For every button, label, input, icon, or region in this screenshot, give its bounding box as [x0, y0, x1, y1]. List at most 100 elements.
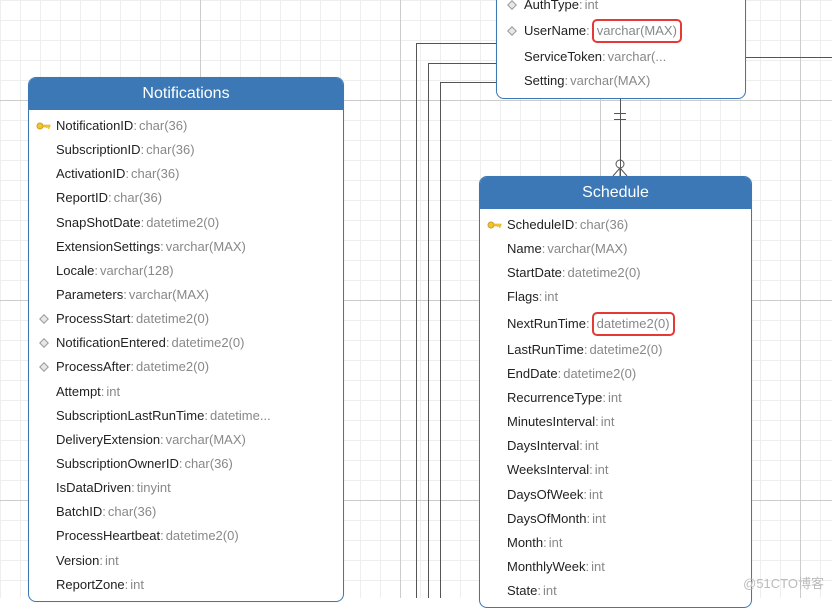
column-row[interactable]: ProcessAfter: datetime2(0): [29, 355, 343, 379]
column-row[interactable]: SubscriptionLastRunTime: datetime...: [29, 404, 343, 428]
entity-top[interactable]: AuthType: intUserName: varchar(MAX)Servi…: [496, 0, 746, 99]
column-name: NotificationID: [56, 116, 133, 136]
column-row[interactable]: SnapShotDate: datetime2(0): [29, 211, 343, 235]
grid-major-v: [400, 0, 401, 598]
column-row[interactable]: DeliveryExtension: varchar(MAX): [29, 428, 343, 452]
column-row[interactable]: LastRunTime: datetime2(0): [480, 338, 751, 362]
column-row[interactable]: ExtensionSettings: varchar(MAX): [29, 235, 343, 259]
blank-icon: [35, 433, 53, 447]
column-name: EndDate: [507, 364, 558, 384]
blank-icon: [35, 167, 53, 181]
column-row[interactable]: State: int: [480, 579, 751, 603]
column-name: NextRunTime: [507, 314, 586, 334]
blank-icon: [35, 143, 53, 157]
column-type: char(36): [131, 164, 179, 184]
blank-icon: [486, 415, 504, 429]
column-type: char(36): [184, 454, 232, 474]
blank-icon: [35, 457, 53, 471]
column-name: DeliveryExtension: [56, 430, 160, 450]
blank-icon: [486, 242, 504, 256]
column-row[interactable]: NotificationEntered: datetime2(0): [29, 331, 343, 355]
column-row[interactable]: Flags: int: [480, 285, 751, 309]
connector: [440, 82, 441, 598]
entity-schedule[interactable]: Schedule ScheduleID: char(36)Name: varch…: [479, 176, 752, 608]
column-type: varchar(MAX): [592, 19, 682, 43]
column-row[interactable]: ActivationID: char(36): [29, 162, 343, 186]
column-row[interactable]: Name: varchar(MAX): [480, 237, 751, 261]
column-type: datetime2(0): [568, 263, 641, 283]
column-row[interactable]: ScheduleID: char(36): [480, 213, 751, 237]
connector: [428, 63, 429, 598]
column-name: State: [507, 581, 537, 601]
column-name: MinutesInterval: [507, 412, 595, 432]
diamond-icon: [503, 24, 521, 38]
column-row[interactable]: Parameters: varchar(MAX): [29, 283, 343, 307]
column-row[interactable]: Locale: varchar(128): [29, 259, 343, 283]
column-type: varchar(MAX): [129, 285, 209, 305]
column-row[interactable]: NotificationID: char(36): [29, 114, 343, 138]
column-type: int: [106, 382, 120, 402]
column-type: varchar(MAX): [166, 237, 246, 257]
column-name: RecurrenceType: [507, 388, 602, 408]
diamond-icon: [503, 0, 521, 12]
connector: [745, 57, 832, 58]
column-type: datetime2(0): [589, 340, 662, 360]
blank-icon: [486, 317, 504, 331]
column-row[interactable]: SubscriptionOwnerID: char(36): [29, 452, 343, 476]
blank-icon: [486, 439, 504, 453]
column-row[interactable]: IsDataDriven: tinyint: [29, 476, 343, 500]
column-type: int: [585, 436, 599, 456]
column-name: ActivationID: [56, 164, 125, 184]
entity-header: Notifications: [29, 78, 343, 110]
blank-icon: [486, 343, 504, 357]
column-row[interactable]: DaysOfMonth: int: [480, 507, 751, 531]
blank-icon: [35, 264, 53, 278]
column-row[interactable]: Attempt: int: [29, 380, 343, 404]
blank-icon: [486, 463, 504, 477]
watermark: @51CTO博客: [743, 573, 824, 592]
column-row[interactable]: AuthType: int: [497, 0, 745, 17]
blank-icon: [486, 584, 504, 598]
key-icon: [35, 119, 53, 133]
column-name: UserName: [524, 21, 586, 41]
column-row[interactable]: EndDate: datetime2(0): [480, 362, 751, 386]
column-row[interactable]: BatchID: char(36): [29, 500, 343, 524]
column-row[interactable]: ServiceToken: varchar(...: [497, 45, 745, 69]
connector: [416, 43, 496, 44]
column-name: MonthlyWeek: [507, 557, 586, 577]
column-type: tinyint: [137, 478, 171, 498]
entity-notifications[interactable]: Notifications NotificationID: char(36)Su…: [28, 77, 344, 602]
column-row[interactable]: DaysOfWeek: int: [480, 483, 751, 507]
column-row[interactable]: UserName: varchar(MAX): [497, 17, 745, 45]
column-name: SnapShotDate: [56, 213, 141, 233]
column-row[interactable]: DaysInterval: int: [480, 434, 751, 458]
column-name: ProcessStart: [56, 309, 130, 329]
column-type: char(36): [139, 116, 187, 136]
column-row[interactable]: Month: int: [480, 531, 751, 555]
column-row[interactable]: Version: int: [29, 549, 343, 573]
column-row[interactable]: ReportID: char(36): [29, 186, 343, 210]
column-row[interactable]: StartDate: datetime2(0): [480, 261, 751, 285]
column-type: char(36): [146, 140, 194, 160]
column-row[interactable]: NextRunTime: datetime2(0): [480, 310, 751, 338]
column-row[interactable]: ReportZone: int: [29, 573, 343, 597]
crowfoot-icon: [611, 158, 629, 176]
column-type: datetime...: [210, 406, 271, 426]
column-row[interactable]: WeeksInterval: int: [480, 458, 751, 482]
column-row[interactable]: ProcessHeartbeat: datetime2(0): [29, 524, 343, 548]
column-name: LastRunTime: [507, 340, 584, 360]
column-row[interactable]: ProcessStart: datetime2(0): [29, 307, 343, 331]
column-name: Name: [507, 239, 542, 259]
column-row[interactable]: MinutesInterval: int: [480, 410, 751, 434]
column-row[interactable]: MonthlyWeek: int: [480, 555, 751, 579]
column-name: DaysOfWeek: [507, 485, 583, 505]
column-name: Parameters: [56, 285, 123, 305]
column-name: Locale: [56, 261, 94, 281]
column-type: int: [591, 557, 605, 577]
column-row[interactable]: SubscriptionID: char(36): [29, 138, 343, 162]
column-name: Attempt: [56, 382, 101, 402]
connector-tick: [614, 113, 626, 114]
column-row[interactable]: Setting: varchar(MAX): [497, 69, 745, 93]
column-type: varchar(...: [608, 47, 667, 67]
column-row[interactable]: RecurrenceType: int: [480, 386, 751, 410]
